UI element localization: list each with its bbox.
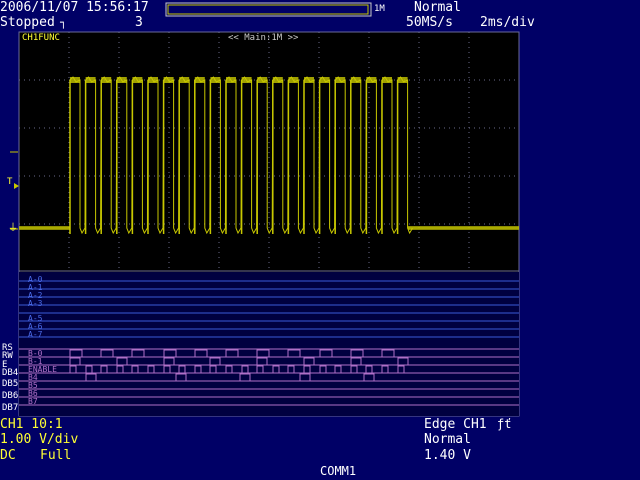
baseline-band-left [19, 226, 70, 230]
zoom-label: << Main:1M >> [228, 33, 299, 43]
record-window [167, 4, 369, 15]
logic-label-b: B7 [28, 397, 38, 406]
trigger-type[interactable]: Edge CH1 [424, 418, 487, 431]
logic-label-a: A-7 [28, 330, 43, 339]
trigger-stopped-icon: ┐ [60, 16, 67, 29]
pulse-top [319, 77, 330, 83]
logic-left-label: DB7 [2, 403, 19, 413]
pulse-top [257, 77, 268, 83]
pulse-top [101, 77, 112, 83]
timebase[interactable]: 2ms/div [480, 16, 535, 29]
datetime: 2006/11/07 15:56:17 [0, 0, 149, 15]
pulse-top [70, 77, 80, 83]
pulse-top [304, 77, 314, 83]
logic-left-label: DB6 [2, 391, 19, 401]
pulse-top [382, 77, 392, 83]
sample-rate: 50MS/s [406, 15, 453, 30]
pulse-top [241, 77, 252, 83]
trigger-mode-header[interactable]: Normal [414, 1, 461, 14]
pulse-top [85, 77, 96, 83]
baseline-band-right [408, 226, 519, 230]
rising-falling-edge-icon: ƒť [497, 417, 512, 431]
channel-function-label: CH1FUNC [22, 33, 60, 43]
ch1-bandwidth[interactable]: Full [40, 449, 71, 462]
trigger-mode-footer[interactable]: Normal [424, 433, 471, 446]
ch1-scale[interactable]: 1.00 V/div [0, 433, 78, 446]
pulse-top [366, 77, 377, 83]
pulse-top [335, 77, 346, 83]
pulse-top [116, 77, 127, 83]
ground-icon: ⏚ [8, 223, 18, 234]
pulse-top [397, 77, 408, 83]
trigger-level-marker [14, 183, 19, 189]
pulse-top [148, 77, 158, 83]
scope-display [10, 2, 520, 417]
pulse-top [194, 77, 205, 83]
pulse-top [179, 77, 190, 83]
ch1-probe[interactable]: CH1 10:1 [0, 418, 63, 431]
trigger-marker: T [7, 177, 13, 187]
pulse-top [350, 77, 361, 83]
record-length: 1M [374, 4, 385, 14]
pulse-top [226, 77, 236, 83]
pulse-top [210, 77, 221, 83]
acquisition-count: 3 [135, 15, 143, 30]
pulse-top [272, 77, 283, 83]
comm-status: COMM1 [320, 464, 357, 478]
trigger-level[interactable]: 1.40 V [424, 449, 471, 462]
pulse-top [163, 77, 174, 83]
ch1-coupling[interactable]: DC [0, 449, 16, 462]
logic-left-label: DB5 [2, 379, 19, 389]
logic-label-a: A-3 [28, 299, 43, 308]
logic-area [19, 272, 519, 416]
logic-left-label: DB4 [2, 368, 19, 378]
pulse-top [132, 77, 143, 83]
run-state: Stopped [0, 15, 55, 30]
pulse-top [288, 77, 299, 83]
